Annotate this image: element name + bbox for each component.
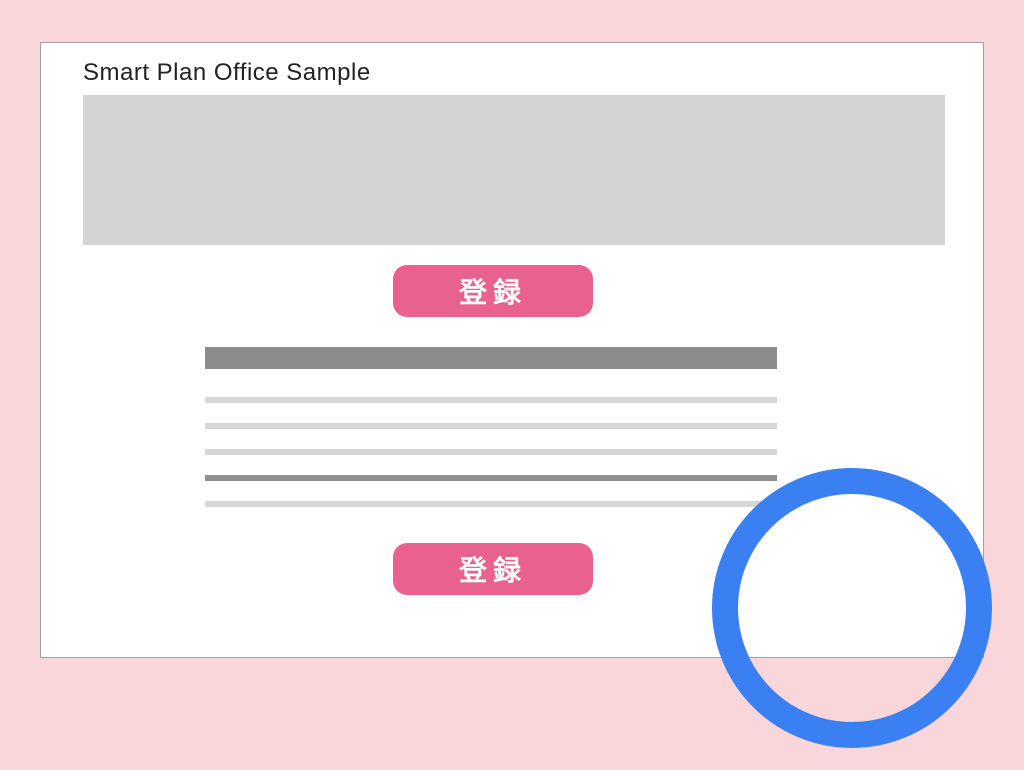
content-block bbox=[205, 347, 777, 527]
text-line-placeholder bbox=[205, 449, 777, 455]
page-frame: Smart Plan Office Sample 登録 登録 bbox=[40, 42, 984, 658]
register-button-top-label: 登録 bbox=[459, 271, 527, 311]
heading-placeholder bbox=[205, 347, 777, 369]
text-line-placeholder bbox=[205, 475, 777, 481]
register-button-bottom-label: 登録 bbox=[459, 549, 527, 589]
text-line-placeholder bbox=[205, 501, 777, 507]
text-line-placeholder bbox=[205, 397, 777, 403]
text-line-placeholder bbox=[205, 423, 777, 429]
register-button-top[interactable]: 登録 bbox=[393, 265, 593, 317]
page-title: Smart Plan Office Sample bbox=[83, 59, 371, 87]
register-button-bottom[interactable]: 登録 bbox=[393, 543, 593, 595]
hero-image-placeholder bbox=[83, 95, 945, 245]
